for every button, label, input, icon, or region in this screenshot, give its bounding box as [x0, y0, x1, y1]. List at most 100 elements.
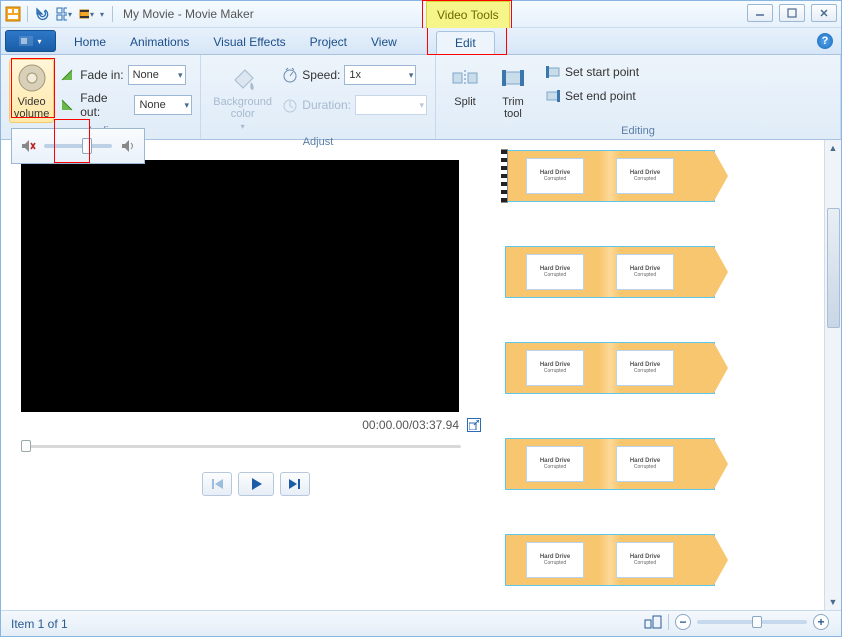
- clip-row[interactable]: Hard DriveCorrupted Hard DriveCorrupted: [505, 438, 715, 490]
- video-volume-button[interactable]: Video volume: [9, 59, 54, 123]
- fade-in-icon: [60, 68, 76, 82]
- tab-edit[interactable]: Edit: [436, 31, 495, 55]
- tab-animations[interactable]: Animations: [118, 30, 201, 54]
- qat-divider: [27, 6, 28, 22]
- clip-row[interactable]: Hard DriveCorrupted Hard DriveCorrupted: [505, 246, 715, 298]
- volume-slider-thumb[interactable]: [82, 138, 92, 154]
- set-end-point-button[interactable]: Set end point: [540, 87, 644, 105]
- status-bar: Item 1 of 1 − +: [1, 610, 841, 636]
- clip-thumbnail[interactable]: Hard DriveCorrupted: [526, 350, 584, 386]
- playback-time: 00:00.00/03:37.94: [362, 418, 459, 432]
- workspace: 00:00.00/03:37.94 Hard DriveCorruptedHar…: [1, 140, 841, 610]
- video-preview[interactable]: [21, 160, 459, 412]
- clip-row[interactable]: Hard DriveCorrupted Hard DriveCorrupted: [505, 342, 715, 394]
- split-label: Split: [454, 96, 475, 108]
- help-button[interactable]: ?: [817, 33, 833, 49]
- fade-out-combo[interactable]: None▾: [134, 95, 192, 115]
- background-color-label: Background color: [213, 96, 272, 120]
- preview-pane: 00:00.00/03:37.94: [1, 140, 501, 610]
- split-button[interactable]: Split: [444, 59, 486, 111]
- end-point-icon: [545, 89, 561, 103]
- previous-frame-button[interactable]: [202, 472, 232, 496]
- speed-combo[interactable]: 1x▾: [344, 65, 416, 85]
- title-bar: ▾ ▾ ▾ My Movie - Movie Maker Video Tools: [1, 1, 841, 28]
- close-button[interactable]: [811, 4, 837, 22]
- vertical-scrollbar[interactable]: ▲ ▼: [824, 140, 841, 610]
- thumbnail-size-icon[interactable]: [644, 615, 662, 629]
- seek-thumb[interactable]: [21, 440, 31, 452]
- speaker-icon: [16, 62, 48, 94]
- seek-bar[interactable]: [21, 442, 461, 450]
- fullscreen-button[interactable]: [467, 418, 481, 432]
- paint-bucket-icon: [227, 62, 259, 94]
- zoom-controls: − +: [644, 614, 829, 630]
- start-point-icon: [545, 65, 561, 79]
- duration-combo[interactable]: ▾: [355, 95, 427, 115]
- tab-home[interactable]: Home: [62, 30, 118, 54]
- clip-thumbnail[interactable]: Hard DriveCorrupted: [616, 446, 674, 482]
- zoom-slider-thumb[interactable]: [752, 616, 762, 628]
- undo-icon[interactable]: [34, 6, 50, 22]
- set-start-label: Set start point: [565, 65, 639, 79]
- zoom-in-button[interactable]: +: [813, 614, 829, 630]
- ribbon-tabs: ▾ Home Animations Visual Effects Project…: [1, 28, 841, 55]
- minimize-button[interactable]: [747, 4, 773, 22]
- fade-in-combo[interactable]: None▾: [128, 65, 186, 85]
- volume-slider-popup: [11, 128, 145, 164]
- zoom-slider[interactable]: [697, 620, 807, 624]
- trim-label: Trim tool: [502, 96, 524, 120]
- clip-thumbnail[interactable]: Hard DriveCorrupted: [616, 158, 674, 194]
- status-text: Item 1 of 1: [11, 617, 68, 631]
- file-menu-icon: [19, 36, 33, 46]
- background-color-button[interactable]: Background color ▾: [209, 59, 276, 134]
- context-tab-label: Video Tools: [426, 1, 510, 28]
- speaker-mute-icon[interactable]: [20, 138, 36, 154]
- clip-row[interactable]: Hard DriveCorrupted Hard DriveCorrupted: [505, 150, 715, 202]
- set-start-point-button[interactable]: Set start point: [540, 63, 644, 81]
- fade-in-label: Fade in:: [80, 68, 123, 82]
- maximize-button[interactable]: [779, 4, 805, 22]
- app-window: ▾ ▾ ▾ My Movie - Movie Maker Video Tools…: [0, 0, 842, 637]
- clip-row[interactable]: Hard DriveCorrupted Hard DriveCorrupted: [505, 534, 715, 586]
- quick-access-toolbar: ▾ ▾ ▾: [1, 6, 113, 22]
- scroll-down-button[interactable]: ▼: [826, 594, 841, 610]
- qat-filmstrip-icon[interactable]: ▾: [78, 6, 94, 22]
- window-title: My Movie - Movie Maker: [123, 7, 254, 21]
- clip-thumbnail[interactable]: Hard DriveCorrupted: [526, 254, 584, 290]
- speed-icon: [282, 67, 298, 83]
- file-menu-button[interactable]: ▾: [5, 30, 56, 52]
- split-icon: [449, 62, 481, 94]
- group-label-adjust: Adjust: [209, 134, 427, 148]
- scrollbar-thumb[interactable]: [827, 208, 840, 328]
- scroll-up-button[interactable]: ▲: [826, 140, 841, 156]
- app-icon: [5, 6, 21, 22]
- trim-icon: [497, 62, 529, 94]
- clip-thumbnail[interactable]: Hard DriveCorrupted: [526, 542, 584, 578]
- clip-thumbnail[interactable]: Hard DriveCorrupted: [526, 446, 584, 482]
- zoom-out-button[interactable]: −: [675, 614, 691, 630]
- volume-slider[interactable]: [44, 144, 112, 148]
- tab-project[interactable]: Project: [298, 30, 359, 54]
- tab-view[interactable]: View: [359, 30, 409, 54]
- speed-label: Speed:: [302, 68, 340, 82]
- clip-thumbnail[interactable]: Hard DriveCorrupted: [616, 350, 674, 386]
- speaker-max-icon[interactable]: [120, 138, 136, 154]
- qat-customize-dropdown[interactable]: ▾: [100, 10, 104, 19]
- duration-icon: [282, 97, 298, 113]
- clip-thumbnail[interactable]: Hard DriveCorrupted: [616, 542, 674, 578]
- play-button[interactable]: [238, 472, 274, 496]
- fade-out-icon: [60, 98, 76, 112]
- qat-divider: [112, 6, 113, 22]
- storyboard-pane: Hard DriveCorruptedHard DriveCorruptedHa…: [501, 140, 841, 610]
- next-frame-button[interactable]: [280, 472, 310, 496]
- tab-visual-effects[interactable]: Visual Effects: [201, 30, 297, 54]
- qat-layout-icon[interactable]: ▾: [56, 6, 72, 22]
- video-volume-label: Video volume: [14, 96, 49, 120]
- group-label-editing: Editing: [444, 123, 832, 137]
- fade-out-label: Fade out:: [80, 91, 130, 119]
- clip-thumbnail[interactable]: Hard DriveCorrupted: [526, 158, 584, 194]
- duration-label: Duration:: [302, 98, 351, 112]
- trim-tool-button[interactable]: Trim tool: [492, 59, 534, 123]
- clip-thumbnail[interactable]: Hard DriveCorrupted: [616, 254, 674, 290]
- set-end-label: Set end point: [565, 89, 636, 103]
